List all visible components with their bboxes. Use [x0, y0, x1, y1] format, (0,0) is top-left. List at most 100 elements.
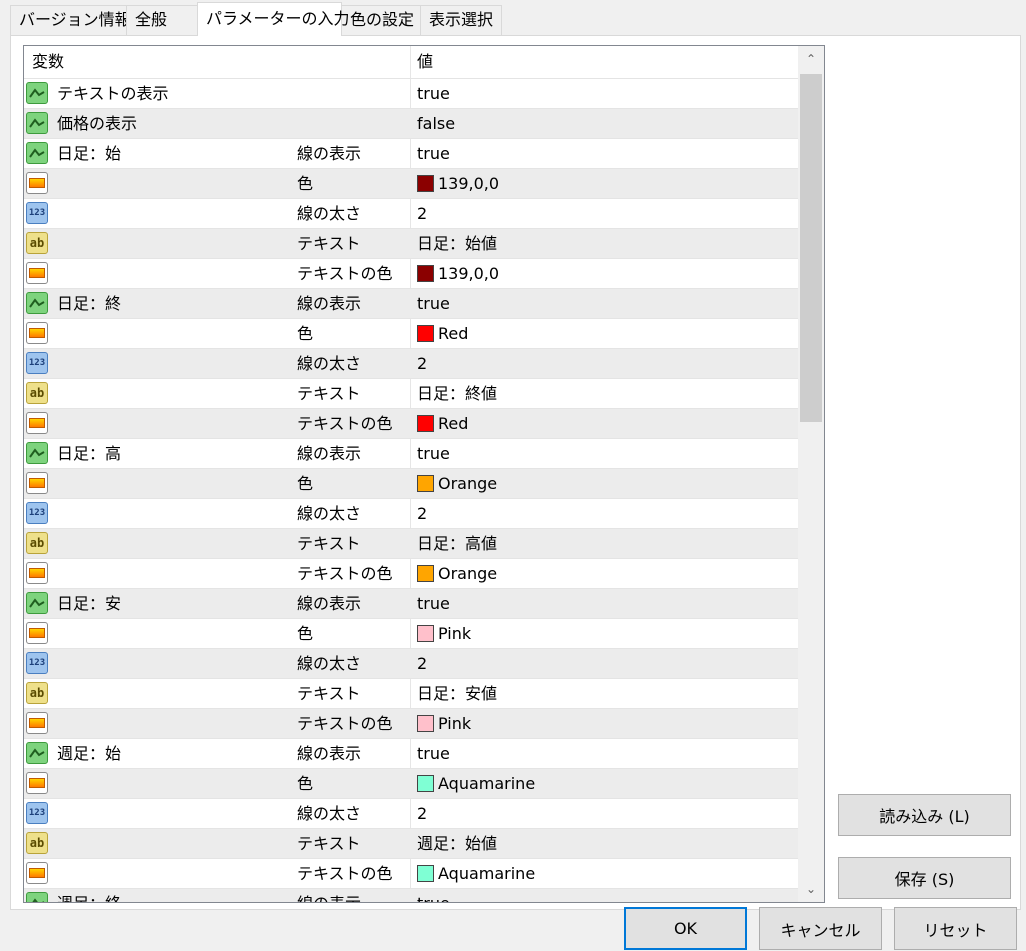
- value-cell[interactable]: Pink: [417, 619, 471, 648]
- value-cell[interactable]: 139,0,0: [417, 169, 499, 198]
- value-cell[interactable]: true: [417, 439, 450, 468]
- table-row[interactable]: テキストの色 139,0,0: [24, 258, 798, 288]
- tab-parameter-input[interactable]: パラメーターの入力: [197, 2, 350, 36]
- color-swatch: [417, 475, 434, 492]
- variable-name: 線の表示: [297, 444, 362, 463]
- value-cell[interactable]: true: [417, 889, 450, 902]
- value-cell[interactable]: Aquamarine: [417, 769, 535, 798]
- table-row[interactable]: ab テキスト 日足：安値: [24, 678, 798, 708]
- color-param-icon: [26, 622, 48, 644]
- table-row[interactable]: テキストの色 Red: [24, 408, 798, 438]
- variable-name: 色: [297, 624, 314, 643]
- tab-display-selection[interactable]: 表示選択: [420, 5, 502, 35]
- variable-name: 色: [297, 174, 314, 193]
- value-cell[interactable]: 2: [417, 199, 427, 228]
- value-cell[interactable]: true: [417, 139, 450, 168]
- value-cell[interactable]: true: [417, 739, 450, 768]
- bool-param-icon: [26, 112, 48, 134]
- table-row[interactable]: 123 線の太さ 2: [24, 198, 798, 228]
- vertical-scrollbar[interactable]: ⌃ ⌄: [798, 46, 824, 902]
- value-text: 2: [417, 504, 428, 523]
- value-cell[interactable]: Pink: [417, 709, 471, 738]
- value-cell[interactable]: true: [417, 589, 450, 618]
- table-row[interactable]: テキストの色 Orange: [24, 558, 798, 588]
- value-cell[interactable]: Orange: [417, 469, 497, 498]
- table-row[interactable]: 123 線の太さ 2: [24, 348, 798, 378]
- value-text: 日足：高値: [417, 534, 498, 553]
- scroll-up-icon[interactable]: ⌃: [798, 46, 824, 72]
- reset-button[interactable]: リセット: [894, 907, 1017, 950]
- value-cell[interactable]: 日足：終値: [417, 379, 497, 408]
- variable-name: 線の表示: [297, 594, 362, 613]
- value-cell[interactable]: 139,0,0: [417, 259, 499, 288]
- value-cell[interactable]: 2: [417, 499, 427, 528]
- value-text: Red: [438, 324, 469, 343]
- table-row[interactable]: ab テキスト 週足：始値: [24, 828, 798, 858]
- value-cell[interactable]: Aquamarine: [417, 859, 535, 888]
- value-text: 日足：終値: [417, 384, 498, 403]
- value-cell[interactable]: 2: [417, 349, 427, 378]
- scroll-thumb[interactable]: [800, 74, 822, 422]
- table-row[interactable]: 123 線の太さ 2: [24, 648, 798, 678]
- table-row[interactable]: ab テキスト 日足：終値: [24, 378, 798, 408]
- value-cell[interactable]: 日足：安値: [417, 679, 497, 708]
- tab-general[interactable]: 全般: [126, 5, 198, 35]
- variable-name: テキストの色: [297, 564, 393, 583]
- color-param-icon: [26, 562, 48, 584]
- tab-version-info[interactable]: バージョン情報: [10, 5, 131, 35]
- table-row[interactable]: 色 Pink: [24, 618, 798, 648]
- table-row[interactable]: 色 Red: [24, 318, 798, 348]
- save-button[interactable]: 保存 (S): [838, 857, 1011, 899]
- tab-color-settings[interactable]: 色の設定: [341, 5, 421, 35]
- value-cell[interactable]: true: [417, 289, 450, 318]
- value-cell[interactable]: false: [417, 109, 455, 138]
- table-row[interactable]: 週足：終 線の表示 true: [24, 888, 798, 902]
- table-row[interactable]: 123 線の太さ 2: [24, 798, 798, 828]
- value-text: Aquamarine: [438, 864, 536, 883]
- value-text: true: [417, 894, 450, 902]
- table-row[interactable]: 価格の表示 false: [24, 108, 798, 138]
- value-cell[interactable]: 日足：始値: [417, 229, 497, 258]
- table-row[interactable]: 日足：安 線の表示 true: [24, 588, 798, 618]
- value-text: 2: [417, 654, 428, 673]
- table-row[interactable]: 123 線の太さ 2: [24, 498, 798, 528]
- table-row[interactable]: テキストの色 Aquamarine: [24, 858, 798, 888]
- value-cell[interactable]: 2: [417, 649, 427, 678]
- variable-name: テキストの色: [297, 414, 393, 433]
- table-row[interactable]: テキストの表示 true: [24, 78, 798, 108]
- value-cell[interactable]: Orange: [417, 559, 497, 588]
- color-swatch: [417, 865, 434, 882]
- parameter-grid: 変数 値 テキストの表示 true 価格の表示 false 日足：始 線の表示 true 色 1…: [23, 45, 825, 903]
- header-value: 値: [417, 52, 434, 71]
- table-row[interactable]: 色 139,0,0: [24, 168, 798, 198]
- cancel-button[interactable]: キャンセル: [759, 907, 882, 950]
- table-row[interactable]: 週足：始 線の表示 true: [24, 738, 798, 768]
- table-row[interactable]: テキストの色 Pink: [24, 708, 798, 738]
- table-row[interactable]: 色 Aquamarine: [24, 768, 798, 798]
- number-param-icon: 123: [26, 652, 48, 674]
- color-swatch: [417, 715, 434, 732]
- table-row[interactable]: 色 Orange: [24, 468, 798, 498]
- value-text: Pink: [438, 624, 472, 643]
- table-row[interactable]: 日足：始 線の表示 true: [24, 138, 798, 168]
- scroll-down-icon[interactable]: ⌄: [798, 876, 824, 902]
- table-row[interactable]: ab テキスト 日足：始値: [24, 228, 798, 258]
- color-param-icon: [26, 862, 48, 884]
- table-row[interactable]: 日足：終 線の表示 true: [24, 288, 798, 318]
- value-cell[interactable]: 日足：高値: [417, 529, 497, 558]
- value-cell[interactable]: Red: [417, 409, 468, 438]
- string-param-icon: ab: [26, 232, 48, 254]
- bool-param-icon: [26, 142, 48, 164]
- color-swatch: [417, 175, 434, 192]
- table-row[interactable]: ab テキスト 日足：高値: [24, 528, 798, 558]
- ok-button[interactable]: OK: [624, 907, 747, 950]
- table-row[interactable]: 日足：高 線の表示 true: [24, 438, 798, 468]
- bool-param-icon: [26, 892, 48, 902]
- value-cell[interactable]: true: [417, 79, 450, 108]
- value-cell[interactable]: 2: [417, 799, 427, 828]
- load-button[interactable]: 読み込み (L): [838, 794, 1011, 836]
- variable-name: 線の太さ: [297, 354, 362, 373]
- value-cell[interactable]: Red: [417, 319, 468, 348]
- variable-name: テキスト: [297, 834, 361, 853]
- value-cell[interactable]: 週足：始値: [417, 829, 497, 858]
